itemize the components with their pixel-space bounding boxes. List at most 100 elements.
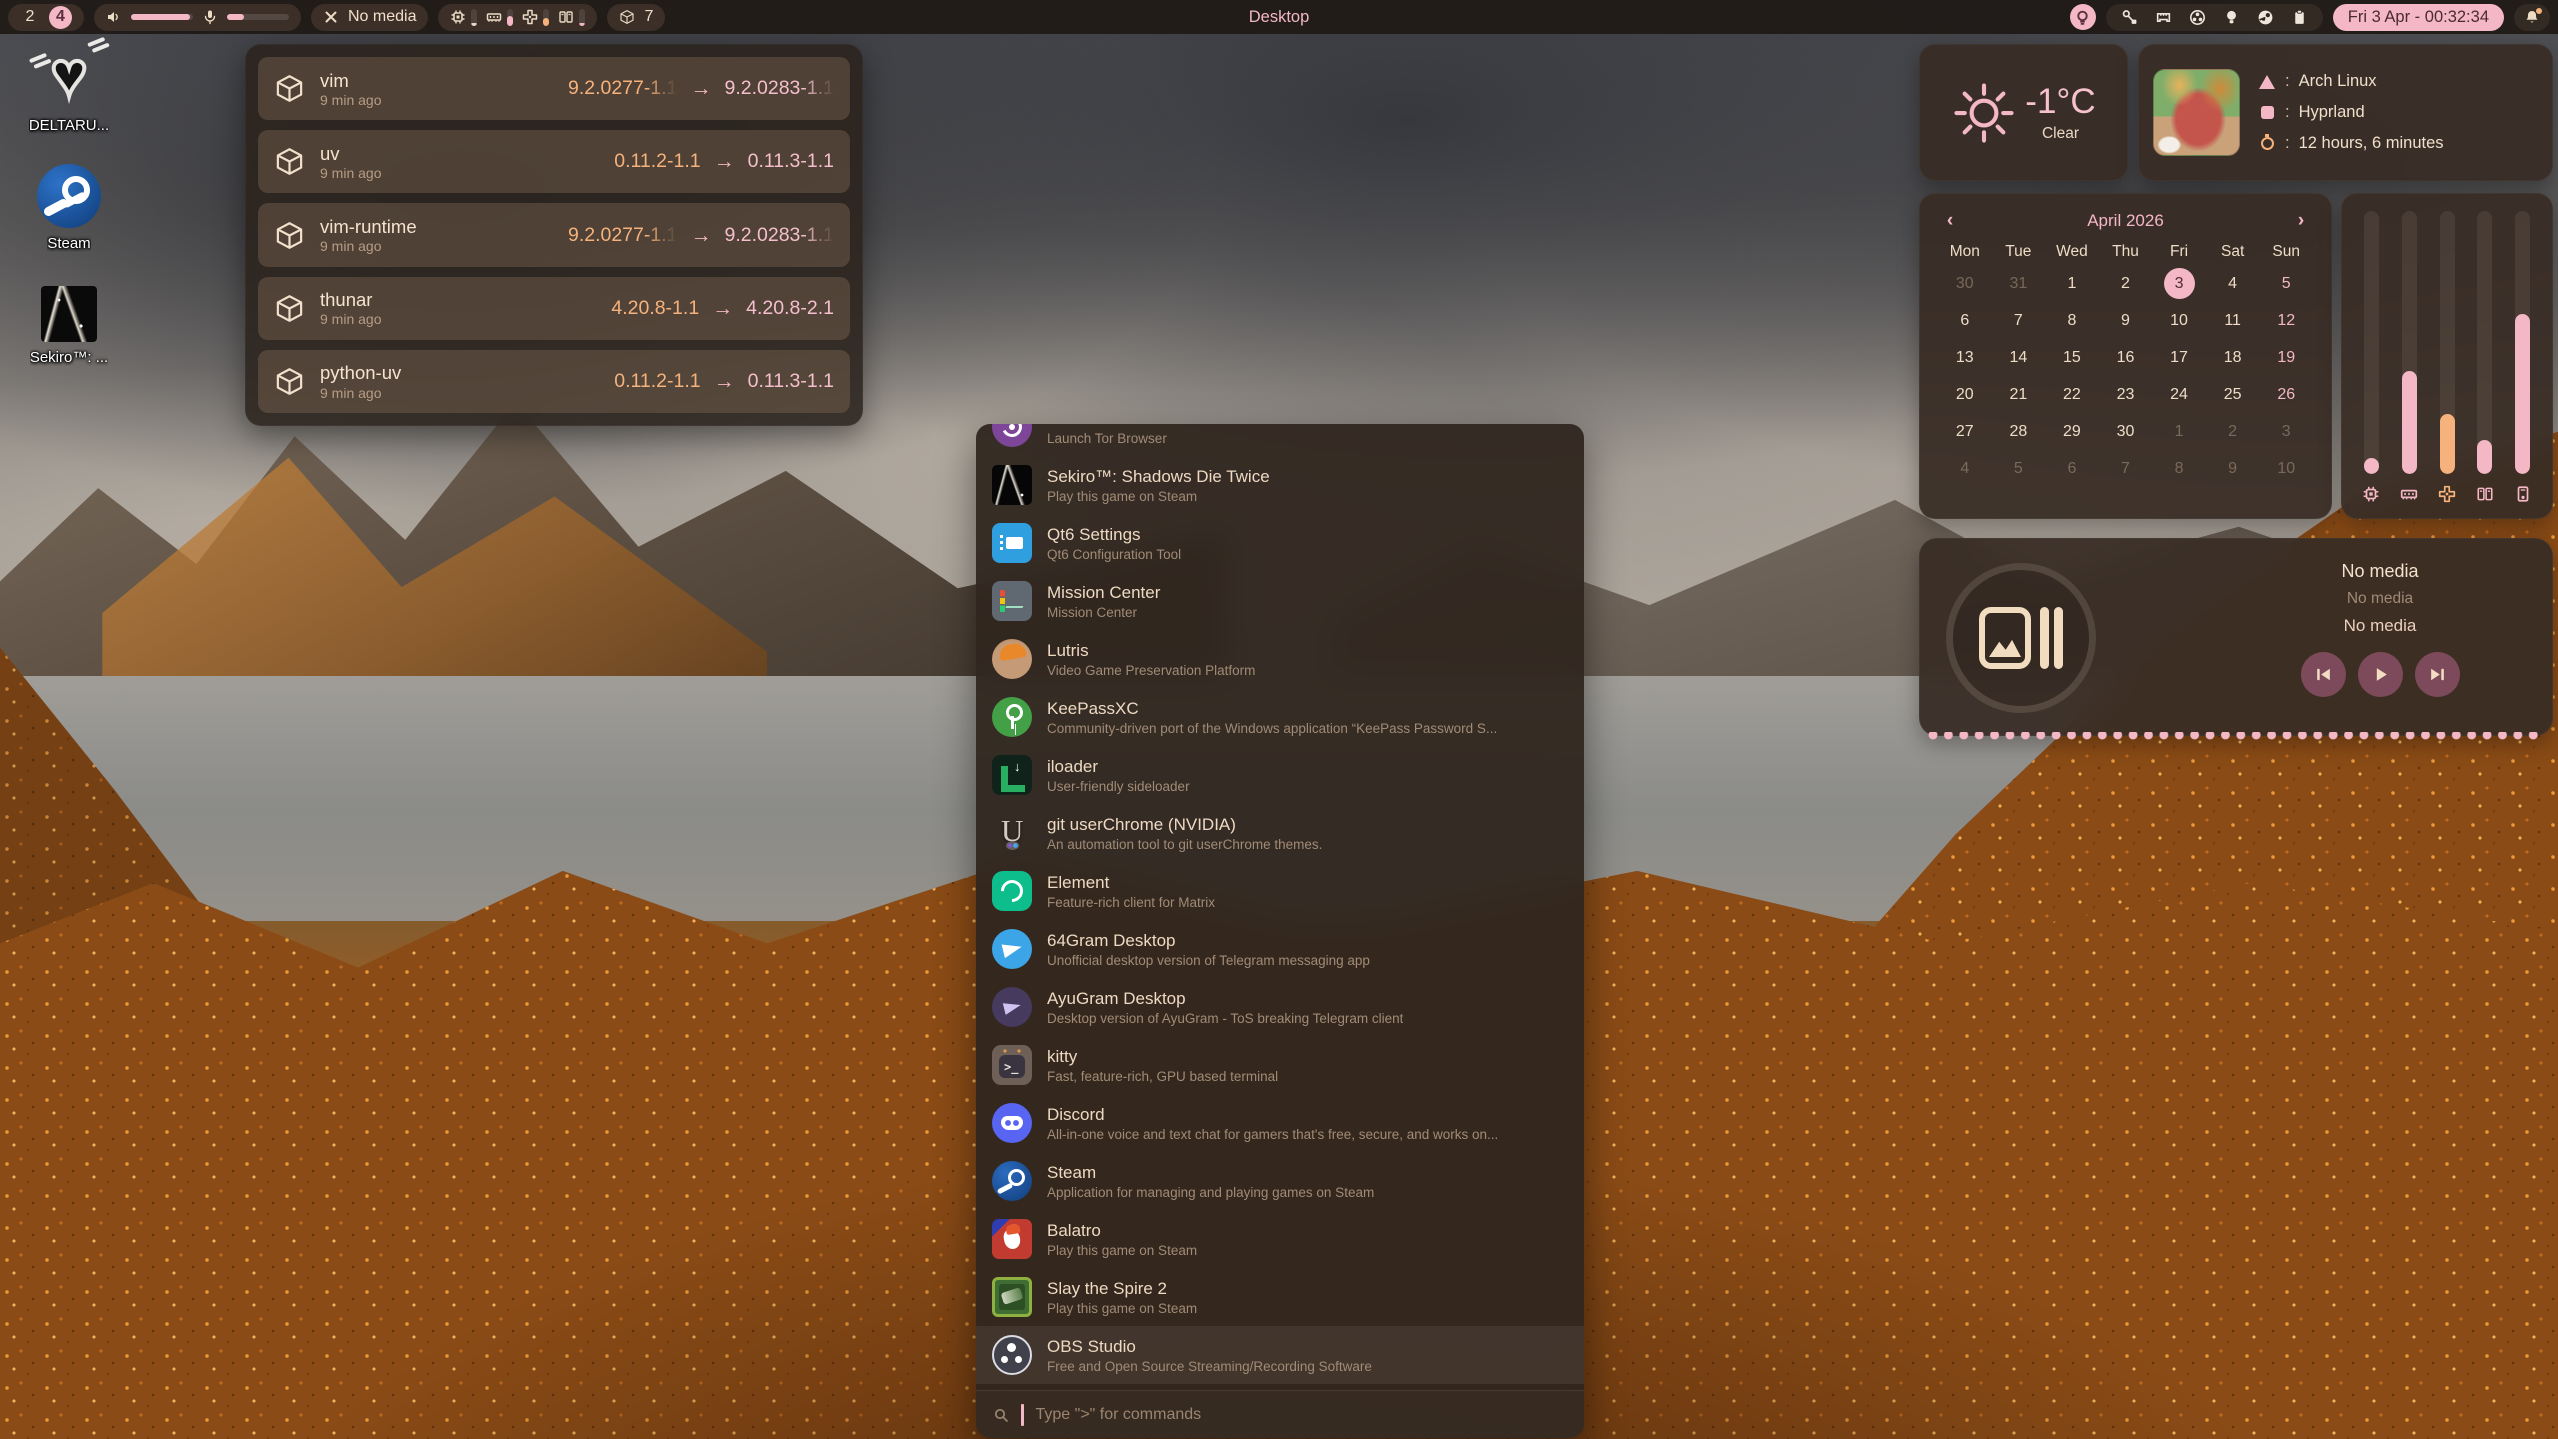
lutris-icon: [992, 639, 1032, 679]
system-info-widget: : Arch Linux : Hyprland : 12 hours, 6 mi…: [2138, 44, 2553, 181]
launcher-item-discord[interactable]: DiscordAll-in-one voice and text chat fo…: [976, 1094, 1584, 1152]
calendar-day-18[interactable]: 18: [2206, 339, 2260, 376]
media-title: No media: [2341, 561, 2418, 582]
topbar-media-pill[interactable]: No media: [311, 4, 428, 31]
calendar-day-26[interactable]: 26: [2259, 376, 2313, 413]
chevron-left-icon[interactable]: ‹: [1938, 210, 1962, 232]
calendar-day-3[interactable]: 3: [2152, 265, 2206, 302]
launcher-item-sekiro[interactable]: Sekiro™: Shadows Die TwicePlay this game…: [976, 456, 1584, 514]
calendar-day-24[interactable]: 24: [2152, 376, 2206, 413]
calendar-day-7-adjacent[interactable]: 7: [2099, 450, 2153, 487]
update-row-vim[interactable]: vim9 min ago9.2.0277-1.1→9.2.0283-1.1: [258, 57, 850, 120]
volume-slider[interactable]: [131, 14, 193, 20]
calendar-day-9[interactable]: 9: [2099, 302, 2153, 339]
calendar-day-8[interactable]: 8: [2045, 302, 2099, 339]
monitor-gpu: [522, 9, 549, 26]
launcher-item-balatro[interactable]: BalatroPlay this game on Steam: [976, 1210, 1584, 1268]
calendar-day-6[interactable]: 6: [1938, 302, 1992, 339]
calendar-day-17[interactable]: 17: [2152, 339, 2206, 376]
update-row-python-uv[interactable]: python-uv9 min ago0.11.2-1.1→0.11.3-1.1: [258, 350, 850, 413]
bulb-tray-icon[interactable]: [2223, 9, 2240, 26]
calendar-day-5-adjacent[interactable]: 5: [1992, 450, 2046, 487]
launcher-search[interactable]: Type ">" for commands: [976, 1390, 1584, 1438]
nightlight-toggle[interactable]: [2070, 4, 2096, 30]
calendar-day-1-adjacent[interactable]: 1: [2152, 413, 2206, 450]
mic-slider[interactable]: [227, 14, 289, 20]
desktop-icon-steam[interactable]: Steam: [10, 164, 128, 252]
desktop-icon-deltarune[interactable]: DELTARU...: [10, 46, 128, 134]
calendar-day-20[interactable]: 20: [1938, 376, 1992, 413]
calendar-day-28[interactable]: 28: [1992, 413, 2046, 450]
calendar-day-1[interactable]: 1: [2045, 265, 2099, 302]
keepassxc-tray-icon[interactable]: [2121, 9, 2138, 26]
calendar-day-30-adjacent[interactable]: 30: [1938, 265, 1992, 302]
calendar-day-15[interactable]: 15: [2045, 339, 2099, 376]
notifications-button[interactable]: [2514, 4, 2550, 31]
updates-indicator[interactable]: 7: [607, 4, 665, 31]
launcher-item-obs[interactable]: OBS StudioFree and Open Source Streaming…: [976, 1326, 1584, 1384]
system-monitor[interactable]: [438, 4, 597, 31]
calendar-day-7[interactable]: 7: [1992, 302, 2046, 339]
calendar-day-14[interactable]: 14: [1992, 339, 2046, 376]
stopwatch-icon: [2258, 137, 2276, 150]
calendar-day-30[interactable]: 30: [2099, 413, 2153, 450]
obs-tray-icon[interactable]: [2189, 9, 2206, 26]
calendar-day-21[interactable]: 21: [1992, 376, 2046, 413]
chevron-right-icon[interactable]: ›: [2289, 210, 2313, 232]
calendar-day-4[interactable]: 4: [2206, 265, 2260, 302]
calendar-day-8-adjacent[interactable]: 8: [2152, 450, 2206, 487]
clipboard-tray-icon[interactable]: [2291, 9, 2308, 26]
calendar-day-19[interactable]: 19: [2259, 339, 2313, 376]
package-name: python-uv: [320, 362, 401, 384]
launcher-item-ayugram[interactable]: AyuGram DesktopDesktop version of AyuGra…: [976, 978, 1584, 1036]
launcher-item-iloader[interactable]: iloaderUser-friendly sideloader: [976, 746, 1584, 804]
launcher-item-keepassxc[interactable]: KeePassXCCommunity-driven port of the Wi…: [976, 688, 1584, 746]
launcher-item-64gram[interactable]: 64Gram DesktopUnofficial desktop version…: [976, 920, 1584, 978]
launcher-item-lutris[interactable]: LutrisVideo Game Preservation Platform: [976, 630, 1584, 688]
launcher-item-git-userchrome[interactable]: git userChrome (NVIDIA)An automation too…: [976, 804, 1584, 862]
update-row-uv[interactable]: uv9 min ago0.11.2-1.1→0.11.3-1.1: [258, 130, 850, 193]
calendar-day-12[interactable]: 12: [2259, 302, 2313, 339]
calendar-day-27[interactable]: 27: [1938, 413, 1992, 450]
next-button[interactable]: [2415, 652, 2460, 697]
desktop-icon-sekiro[interactable]: Sekiro™: ...: [10, 282, 128, 366]
update-row-vim-runtime[interactable]: vim-runtime9 min ago9.2.0277-1.1→9.2.028…: [258, 203, 850, 266]
calendar-day-13[interactable]: 13: [1938, 339, 1992, 376]
calendar-day-22[interactable]: 22: [2045, 376, 2099, 413]
steam-tray-icon[interactable]: [2257, 9, 2274, 26]
calendar-day-25[interactable]: 25: [2206, 376, 2260, 413]
workspace-4[interactable]: 4: [49, 6, 72, 29]
calendar-day-4-adjacent[interactable]: 4: [1938, 450, 1992, 487]
calendar-day-5[interactable]: 5: [2259, 265, 2313, 302]
calendar-day-10[interactable]: 10: [2152, 302, 2206, 339]
launcher-item-element[interactable]: ElementFeature-rich client for Matrix: [976, 862, 1584, 920]
calendar-day-2[interactable]: 2: [2099, 265, 2153, 302]
launcher-item-mission-center[interactable]: Mission CenterMission Center: [976, 572, 1584, 630]
play-button[interactable]: [2358, 652, 2403, 697]
previous-button[interactable]: [2301, 652, 2346, 697]
workspaces[interactable]: 24: [8, 4, 84, 31]
launcher-item-steam[interactable]: SteamApplication for managing and playin…: [976, 1152, 1584, 1210]
ethernet-tray-icon[interactable]: [2155, 9, 2172, 26]
calendar-day-9-adjacent[interactable]: 9: [2206, 450, 2260, 487]
audio-pill[interactable]: [94, 4, 301, 31]
calendar-day-29[interactable]: 29: [2045, 413, 2099, 450]
launcher-item-slay-the-spire-2[interactable]: Slay the Spire 2Play this game on Steam: [976, 1268, 1584, 1326]
top-bar: 24 No media 7 Desktop: [0, 0, 2558, 34]
launcher-item-qt6[interactable]: Qt6 SettingsQt6 Configuration Tool: [976, 514, 1584, 572]
calendar-day-23[interactable]: 23: [2099, 376, 2153, 413]
calendar-day-16[interactable]: 16: [2099, 339, 2153, 376]
calendar-day-11[interactable]: 11: [2206, 302, 2260, 339]
update-row-thunar[interactable]: thunar9 min ago4.20.8-1.1→4.20.8-2.1: [258, 277, 850, 340]
calendar-day-31-adjacent[interactable]: 31: [1992, 265, 2046, 302]
calendar-day-2-adjacent[interactable]: 2: [2206, 413, 2260, 450]
launcher-item-tor[interactable]: Tor BrowserLaunch Tor Browser: [976, 424, 1584, 456]
calendar-day-3-adjacent[interactable]: 3: [2259, 413, 2313, 450]
calendar-day-10-adjacent[interactable]: 10: [2259, 450, 2313, 487]
launcher-item-description: Fast, feature-rich, GPU based terminal: [1047, 1069, 1278, 1084]
clock[interactable]: Fri 3 Apr - 00:32:34: [2333, 4, 2504, 31]
calendar-day-6-adjacent[interactable]: 6: [2045, 450, 2099, 487]
desktop: 24 No media 7 Desktop: [0, 0, 2558, 1439]
workspace-2[interactable]: 2: [20, 6, 40, 29]
launcher-item-kitty[interactable]: kittyFast, feature-rich, GPU based termi…: [976, 1036, 1584, 1094]
